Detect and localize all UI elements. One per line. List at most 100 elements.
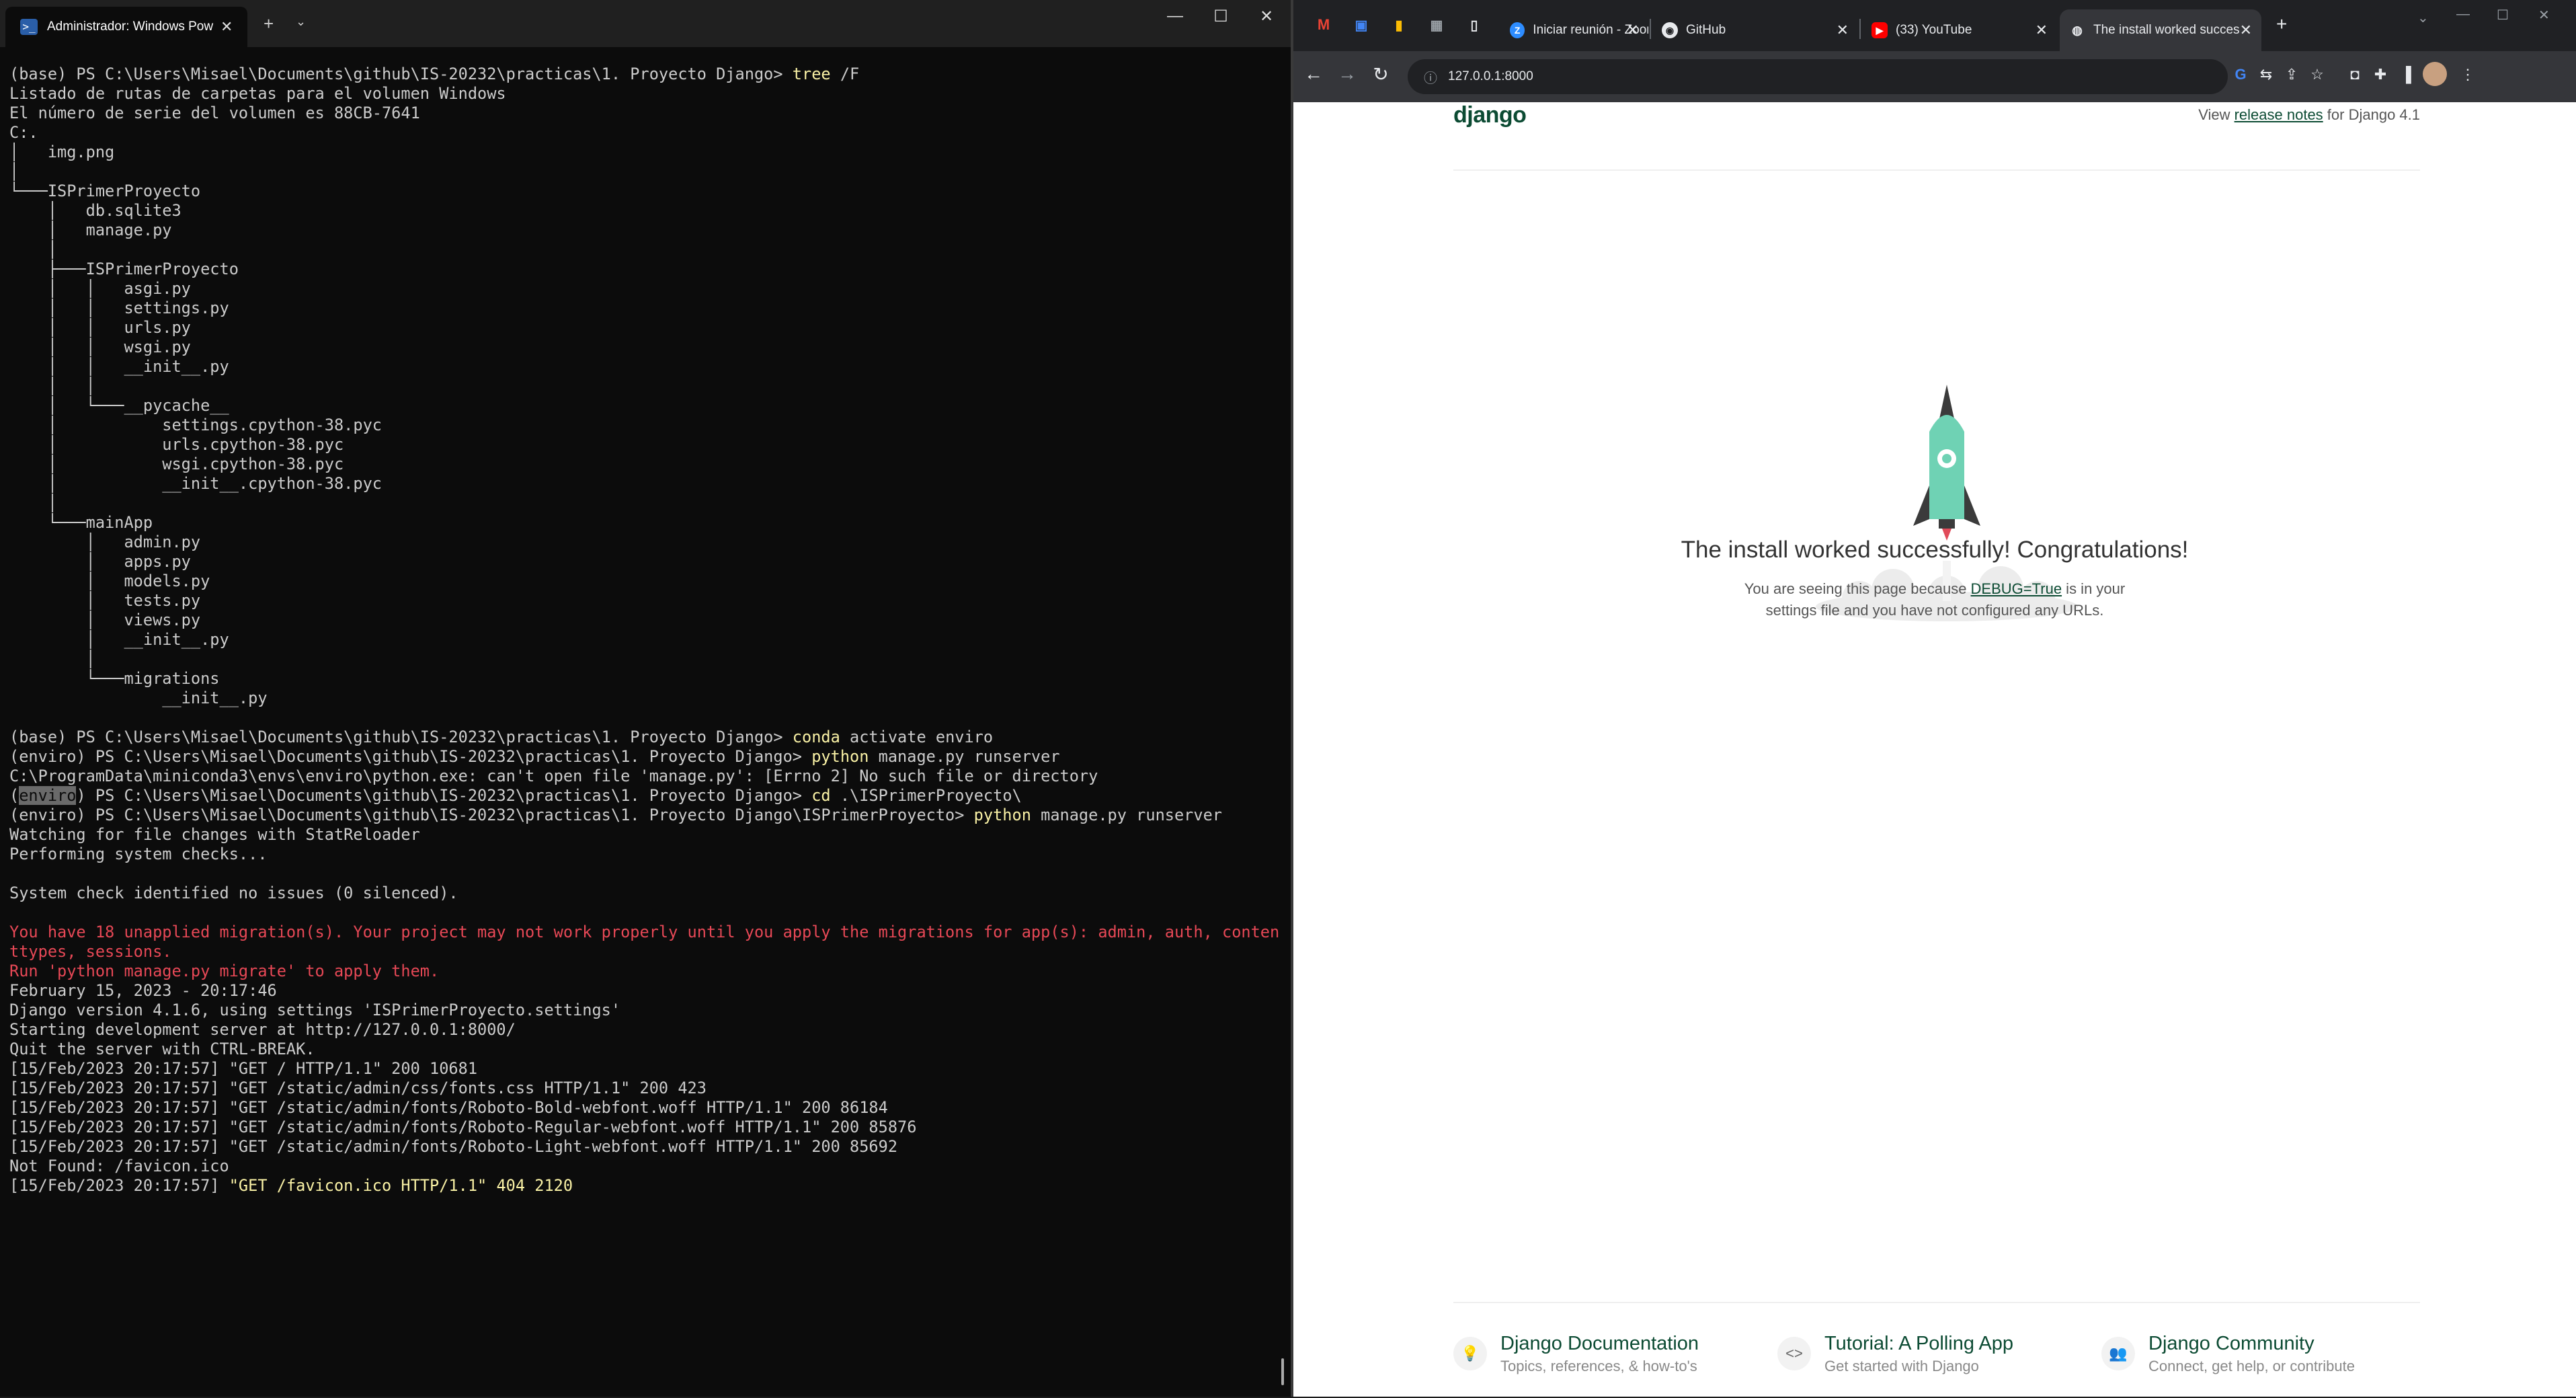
- back-icon[interactable]: ←: [1300, 63, 1327, 85]
- close-tab-icon[interactable]: ✕: [1837, 22, 1849, 39]
- footer-title[interactable]: Django Documentation: [1500, 1333, 1699, 1355]
- maximize-icon[interactable]: ☐: [2497, 7, 2509, 24]
- keep-icon[interactable]: ▮: [1386, 12, 1412, 38]
- terminal-text: │ │ asgi.py: [9, 279, 191, 298]
- bookmark-star-icon[interactable]: ☆: [2306, 66, 2329, 83]
- terminal-line: │ │: [9, 377, 1277, 396]
- terminal-text: │ │: [9, 377, 95, 395]
- terminal-text: manage.py runserver: [869, 747, 1060, 766]
- terminal-text: System check identified no issues (0 sil…: [9, 884, 458, 902]
- terminal-scrollbar[interactable]: [1281, 1358, 1284, 1385]
- terminal-text: │ manage.py: [9, 221, 172, 239]
- lightbulb-icon: 💡: [1453, 1337, 1487, 1370]
- terminal-text: │ │ settings.py: [9, 299, 229, 317]
- terminal-text: ├───ISPrimerProyecto: [9, 260, 239, 278]
- terminal-line: [15/Feb/2023 20:17:57] "GET /static/admi…: [9, 1079, 1277, 1098]
- success-subtitle: You are seeing this page because DEBUG=T…: [1293, 578, 2576, 621]
- django-logo[interactable]: django: [1453, 102, 1527, 128]
- side-panel-icon[interactable]: ▐: [2394, 66, 2417, 83]
- terminal-line: │ models.py: [9, 572, 1277, 591]
- tab-youtube[interactable]: ▶ (33) YouTube ✕: [1862, 9, 2057, 51]
- terminal-line: │: [9, 650, 1277, 669]
- new-tab-icon[interactable]: +: [2276, 13, 2287, 35]
- terminal-line: [15/Feb/2023 20:17:57] "GET /static/admi…: [9, 1118, 1277, 1137]
- share-icon[interactable]: ⇪: [2280, 66, 2303, 83]
- footer-title[interactable]: Django Community: [2148, 1333, 2355, 1355]
- close-window-icon[interactable]: ✕: [2538, 7, 2550, 24]
- terminal-text: │: [9, 240, 58, 259]
- terminal-tab[interactable]: >_ Administrador: Windows Pow ✕: [5, 7, 247, 47]
- photos-icon[interactable]: ▣: [1349, 12, 1374, 38]
- translate-icon[interactable]: ⇆: [2255, 66, 2278, 83]
- info-icon[interactable]: ⓘ: [1424, 67, 1437, 87]
- release-notes-link[interactable]: release notes: [2235, 106, 2323, 123]
- terminal-line: │ views.py: [9, 611, 1277, 630]
- close-tab-icon[interactable]: ✕: [1627, 22, 1639, 39]
- terminal-text: El número de serie del volumen es 88CB-7…: [9, 104, 420, 122]
- terminal-text: │ models.py: [9, 572, 210, 590]
- terminal-line: │ │ wsgi.py: [9, 338, 1277, 357]
- terminal-text: C:\ProgramData\miniconda3\envs\enviro\py…: [9, 767, 1098, 785]
- terminal-line: │: [9, 240, 1277, 260]
- maximize-icon[interactable]: ☐: [1201, 7, 1241, 26]
- release-notes-prefix: View: [2198, 106, 2235, 123]
- tab-zoom[interactable]: Z Iniciar reunión - Zoom ✕: [1500, 9, 1648, 51]
- terminal-text: __init__.py: [9, 689, 268, 707]
- terminal-line: │: [9, 162, 1277, 182]
- close-tab-icon[interactable]: ✕: [2036, 22, 2048, 39]
- debug-link[interactable]: DEBUG=True: [1971, 580, 2062, 597]
- terminal-text: │ __init__.py: [9, 630, 229, 649]
- close-tab-icon[interactable]: ✕: [2240, 22, 2252, 39]
- terminal-text: │ tests.py: [9, 591, 201, 610]
- terminal-text: Watching for file changes with StatReloa…: [9, 825, 420, 844]
- menu-icon[interactable]: ⋮: [2456, 66, 2479, 83]
- terminal-text: │ settings.cpython-38.pyc: [9, 416, 382, 434]
- minimize-icon[interactable]: —: [1155, 7, 1195, 26]
- google-icon[interactable]: G: [2229, 66, 2252, 83]
- terminal-line: Quit the server with CTRL-BREAK.: [9, 1040, 1277, 1059]
- close-window-icon[interactable]: ✕: [1246, 7, 1287, 26]
- extensions-icon[interactable]: ✚: [2369, 66, 2392, 83]
- page-footer: 💡 Django Documentation Topics, reference…: [1453, 1302, 2420, 1398]
- terminal-text: tree: [792, 65, 831, 83]
- footer-community[interactable]: 👥 Django Community Connect, get help, or…: [2101, 1333, 2355, 1375]
- terminal-text: (base) PS C:\Users\Misael\Documents\gith…: [9, 65, 793, 83]
- chevron-down-icon[interactable]: ⌄: [2417, 9, 2429, 26]
- chevron-down-icon[interactable]: ⌄: [296, 15, 306, 29]
- forward-icon[interactable]: →: [1334, 63, 1361, 85]
- address-bar[interactable]: ⓘ 127.0.0.1:8000: [1408, 59, 2228, 94]
- terminal-line: │ │ urls.py: [9, 318, 1277, 338]
- terminal-tab-title: Administrador: Windows Pow: [47, 20, 214, 34]
- tab-github[interactable]: ◉ GitHub ✕: [1652, 9, 1858, 51]
- footer-tutorial[interactable]: <> Tutorial: A Polling App Get started w…: [1777, 1333, 2013, 1375]
- footer-documentation[interactable]: 💡 Django Documentation Topics, reference…: [1453, 1333, 1699, 1375]
- terminal-text: "GET /favicon.ico HTTP/1.1" 404 2120: [229, 1176, 573, 1195]
- app-icon[interactable]: ▦: [1424, 12, 1449, 38]
- reload-icon[interactable]: ↻: [1367, 63, 1394, 85]
- terminal-line: Django version 4.1.6, using settings 'IS…: [9, 1001, 1277, 1020]
- camera-extension-icon[interactable]: ◘: [2343, 66, 2366, 83]
- terminal-text: ) PS C:\Users\Misael\Documents\github\IS…: [76, 786, 812, 805]
- terminal-output[interactable]: (base) PS C:\Users\Misael\Documents\gith…: [9, 65, 1280, 1397]
- tab-label: The install worked succes: [2093, 23, 2240, 37]
- minimize-icon[interactable]: —: [2456, 7, 2470, 22]
- terminal-line: (base) PS C:\Users\Misael\Documents\gith…: [9, 728, 1277, 747]
- terminal-text: You have 18 unapplied migration(s). Your…: [9, 923, 1280, 941]
- gmail-icon[interactable]: M: [1311, 12, 1336, 38]
- terminal-text: [15/Feb/2023 20:17:57] "GET /static/admi…: [9, 1098, 888, 1117]
- footer-title[interactable]: Tutorial: A Polling App: [1824, 1333, 2013, 1355]
- terminal-line: ttypes, sessions.: [9, 942, 1277, 962]
- close-tab-icon[interactable]: ✕: [220, 18, 233, 36]
- terminal-line: [15/Feb/2023 20:17:57] "GET /static/admi…: [9, 1098, 1277, 1118]
- avatar[interactable]: [2423, 62, 2447, 86]
- terminal-text: │ urls.cpython-38.pyc: [9, 435, 344, 454]
- terminal-line: └───migrations: [9, 669, 1277, 689]
- terminal-text: │: [9, 650, 95, 668]
- doc-icon[interactable]: ▯: [1461, 12, 1487, 38]
- terminal-text: enviro: [19, 786, 77, 805]
- terminal-text: │ │ __init__.py: [9, 357, 229, 376]
- url-text[interactable]: 127.0.0.1:8000: [1448, 69, 1533, 84]
- new-tab-icon[interactable]: +: [264, 13, 274, 34]
- tab-django[interactable]: ◍ The install worked succes ✕: [2060, 9, 2261, 51]
